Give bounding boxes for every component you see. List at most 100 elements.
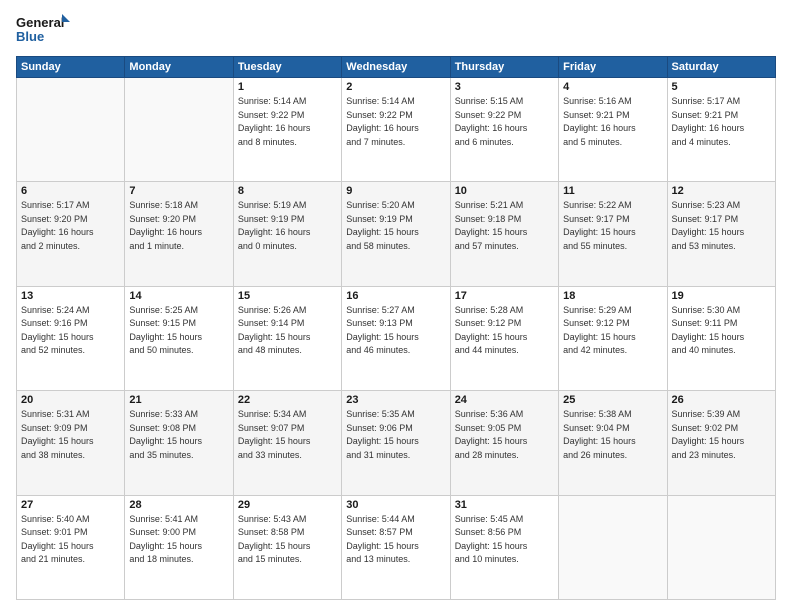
- day-info: Sunrise: 5:40 AM Sunset: 9:01 PM Dayligh…: [21, 513, 120, 567]
- calendar-cell-w1-d2: [125, 78, 233, 182]
- day-info: Sunrise: 5:36 AM Sunset: 9:05 PM Dayligh…: [455, 408, 554, 462]
- day-number: 30: [346, 499, 445, 511]
- calendar-cell-w1-d7: 5Sunrise: 5:17 AM Sunset: 9:21 PM Daylig…: [667, 78, 775, 182]
- calendar-cell-w4-d1: 20 Sunrise: 5:31 AM Sunset: 9:09 PM Dayli…: [17, 391, 125, 495]
- day-info: Sunrise: 5:25 AM Sunset: 9:15 PM Dayligh…: [129, 304, 228, 358]
- header: General Blue: [16, 12, 776, 48]
- day-info: Sunrise: 5:31 AM Sunset: 9:09 PM Dayligh…: [21, 408, 120, 462]
- page: General Blue SundayMondayTuesdayWednesda…: [0, 0, 792, 612]
- day-number: 12: [672, 185, 771, 197]
- day-number: 1: [238, 81, 337, 93]
- day-info: Sunrise: 5:24 AM Sunset: 9:16 PM Dayligh…: [21, 304, 120, 358]
- logo: General Blue: [16, 12, 71, 48]
- day-number: 2: [346, 81, 445, 93]
- calendar-cell-w2-d5: 10 Sunrise: 5:21 AM Sunset: 9:18 PM Dayli…: [450, 182, 558, 286]
- week-row-1: 1 Sunrise: 5:14 AM Sunset: 9:22 PM Daylig…: [17, 78, 776, 182]
- col-header-sunday: Sunday: [17, 57, 125, 78]
- calendar-cell-w3-d6: 18Sunrise: 5:29 AM Sunset: 9:12 PM Dayli…: [559, 286, 667, 390]
- col-header-wednesday: Wednesday: [342, 57, 450, 78]
- logo-svg: General Blue: [16, 12, 71, 48]
- calendar-cell-w4-d2: 21 Sunrise: 5:33 AM Sunset: 9:08 PM Dayli…: [125, 391, 233, 495]
- day-number: 4: [563, 81, 662, 93]
- day-info: Sunrise: 5:15 AM Sunset: 9:22 PM Dayligh…: [455, 95, 554, 149]
- col-header-friday: Friday: [559, 57, 667, 78]
- calendar-cell-w3-d5: 17 Sunrise: 5:28 AM Sunset: 9:12 PM Dayli…: [450, 286, 558, 390]
- calendar-cell-w2-d1: 6Sunrise: 5:17 AM Sunset: 9:20 PM Daylig…: [17, 182, 125, 286]
- calendar-cell-w3-d1: 13 Sunrise: 5:24 AM Sunset: 9:16 PM Dayli…: [17, 286, 125, 390]
- day-info: Sunrise: 5:17 AM Sunset: 9:20 PM Dayligh…: [21, 199, 120, 253]
- day-info: Sunrise: 5:38 AM Sunset: 9:04 PM Dayligh…: [563, 408, 662, 462]
- day-number: 25: [563, 394, 662, 406]
- day-info: Sunrise: 5:14 AM Sunset: 9:22 PM Dayligh…: [346, 95, 445, 149]
- col-header-tuesday: Tuesday: [233, 57, 341, 78]
- calendar-cell-w5-d3: 29Sunrise: 5:43 AM Sunset: 8:58 PM Dayli…: [233, 495, 341, 599]
- day-number: 14: [129, 290, 228, 302]
- svg-text:General: General: [16, 15, 64, 30]
- col-header-monday: Monday: [125, 57, 233, 78]
- day-number: 9: [346, 185, 445, 197]
- day-number: 16: [346, 290, 445, 302]
- calendar-table: SundayMondayTuesdayWednesdayThursdayFrid…: [16, 56, 776, 600]
- day-info: Sunrise: 5:21 AM Sunset: 9:18 PM Dayligh…: [455, 199, 554, 253]
- week-row-5: 27 Sunrise: 5:40 AM Sunset: 9:01 PM Dayli…: [17, 495, 776, 599]
- calendar-header-row: SundayMondayTuesdayWednesdayThursdayFrid…: [17, 57, 776, 78]
- calendar-cell-w5-d5: 31 Sunrise: 5:45 AM Sunset: 8:56 PM Dayli…: [450, 495, 558, 599]
- day-number: 10: [455, 185, 554, 197]
- col-header-saturday: Saturday: [667, 57, 775, 78]
- calendar-cell-w4-d4: 23Sunrise: 5:35 AM Sunset: 9:06 PM Dayli…: [342, 391, 450, 495]
- day-info: Sunrise: 5:29 AM Sunset: 9:12 PM Dayligh…: [563, 304, 662, 358]
- day-number: 21: [129, 394, 228, 406]
- calendar-cell-w3-d4: 16Sunrise: 5:27 AM Sunset: 9:13 PM Dayli…: [342, 286, 450, 390]
- day-info: Sunrise: 5:26 AM Sunset: 9:14 PM Dayligh…: [238, 304, 337, 358]
- calendar-cell-w2-d2: 7Sunrise: 5:18 AM Sunset: 9:20 PM Daylig…: [125, 182, 233, 286]
- day-number: 29: [238, 499, 337, 511]
- day-info: Sunrise: 5:44 AM Sunset: 8:57 PM Dayligh…: [346, 513, 445, 567]
- calendar-cell-w1-d3: 1 Sunrise: 5:14 AM Sunset: 9:22 PM Daylig…: [233, 78, 341, 182]
- day-number: 3: [455, 81, 554, 93]
- day-info: Sunrise: 5:17 AM Sunset: 9:21 PM Dayligh…: [672, 95, 771, 149]
- day-number: 24: [455, 394, 554, 406]
- week-row-4: 20 Sunrise: 5:31 AM Sunset: 9:09 PM Dayli…: [17, 391, 776, 495]
- calendar-cell-w5-d4: 30 Sunrise: 5:44 AM Sunset: 8:57 PM Dayli…: [342, 495, 450, 599]
- day-number: 23: [346, 394, 445, 406]
- calendar-cell-w1-d5: 3 Sunrise: 5:15 AM Sunset: 9:22 PM Daylig…: [450, 78, 558, 182]
- day-info: Sunrise: 5:39 AM Sunset: 9:02 PM Dayligh…: [672, 408, 771, 462]
- day-number: 17: [455, 290, 554, 302]
- day-number: 13: [21, 290, 120, 302]
- calendar-cell-w3-d2: 14 Sunrise: 5:25 AM Sunset: 9:15 PM Dayli…: [125, 286, 233, 390]
- day-info: Sunrise: 5:28 AM Sunset: 9:12 PM Dayligh…: [455, 304, 554, 358]
- day-number: 26: [672, 394, 771, 406]
- week-row-3: 13 Sunrise: 5:24 AM Sunset: 9:16 PM Dayli…: [17, 286, 776, 390]
- day-number: 8: [238, 185, 337, 197]
- day-info: Sunrise: 5:33 AM Sunset: 9:08 PM Dayligh…: [129, 408, 228, 462]
- calendar-cell-w5-d2: 28 Sunrise: 5:41 AM Sunset: 9:00 PM Dayli…: [125, 495, 233, 599]
- calendar-cell-w1-d6: 4Sunrise: 5:16 AM Sunset: 9:21 PM Daylig…: [559, 78, 667, 182]
- col-header-thursday: Thursday: [450, 57, 558, 78]
- day-info: Sunrise: 5:41 AM Sunset: 9:00 PM Dayligh…: [129, 513, 228, 567]
- calendar-cell-w5-d1: 27 Sunrise: 5:40 AM Sunset: 9:01 PM Dayli…: [17, 495, 125, 599]
- calendar-cell-w2-d7: 12 Sunrise: 5:23 AM Sunset: 9:17 PM Dayli…: [667, 182, 775, 286]
- calendar-cell-w1-d1: [17, 78, 125, 182]
- day-number: 27: [21, 499, 120, 511]
- day-number: 28: [129, 499, 228, 511]
- day-number: 22: [238, 394, 337, 406]
- calendar-cell-w3-d3: 15Sunrise: 5:26 AM Sunset: 9:14 PM Dayli…: [233, 286, 341, 390]
- calendar-cell-w5-d6: [559, 495, 667, 599]
- day-info: Sunrise: 5:45 AM Sunset: 8:56 PM Dayligh…: [455, 513, 554, 567]
- day-number: 31: [455, 499, 554, 511]
- day-number: 11: [563, 185, 662, 197]
- calendar-cell-w4-d5: 24 Sunrise: 5:36 AM Sunset: 9:05 PM Dayli…: [450, 391, 558, 495]
- calendar-cell-w2-d4: 9Sunrise: 5:20 AM Sunset: 9:19 PM Daylig…: [342, 182, 450, 286]
- svg-text:Blue: Blue: [16, 29, 44, 44]
- week-row-2: 6Sunrise: 5:17 AM Sunset: 9:20 PM Daylig…: [17, 182, 776, 286]
- calendar-cell-w2-d6: 11Sunrise: 5:22 AM Sunset: 9:17 PM Dayli…: [559, 182, 667, 286]
- day-info: Sunrise: 5:23 AM Sunset: 9:17 PM Dayligh…: [672, 199, 771, 253]
- calendar-cell-w2-d3: 8Sunrise: 5:19 AM Sunset: 9:19 PM Daylig…: [233, 182, 341, 286]
- day-info: Sunrise: 5:18 AM Sunset: 9:20 PM Dayligh…: [129, 199, 228, 253]
- day-info: Sunrise: 5:30 AM Sunset: 9:11 PM Dayligh…: [672, 304, 771, 358]
- day-number: 20: [21, 394, 120, 406]
- calendar-cell-w4-d3: 22Sunrise: 5:34 AM Sunset: 9:07 PM Dayli…: [233, 391, 341, 495]
- calendar-cell-w4-d7: 26 Sunrise: 5:39 AM Sunset: 9:02 PM Dayli…: [667, 391, 775, 495]
- calendar-cell-w1-d4: 2 Sunrise: 5:14 AM Sunset: 9:22 PM Daylig…: [342, 78, 450, 182]
- day-info: Sunrise: 5:14 AM Sunset: 9:22 PM Dayligh…: [238, 95, 337, 149]
